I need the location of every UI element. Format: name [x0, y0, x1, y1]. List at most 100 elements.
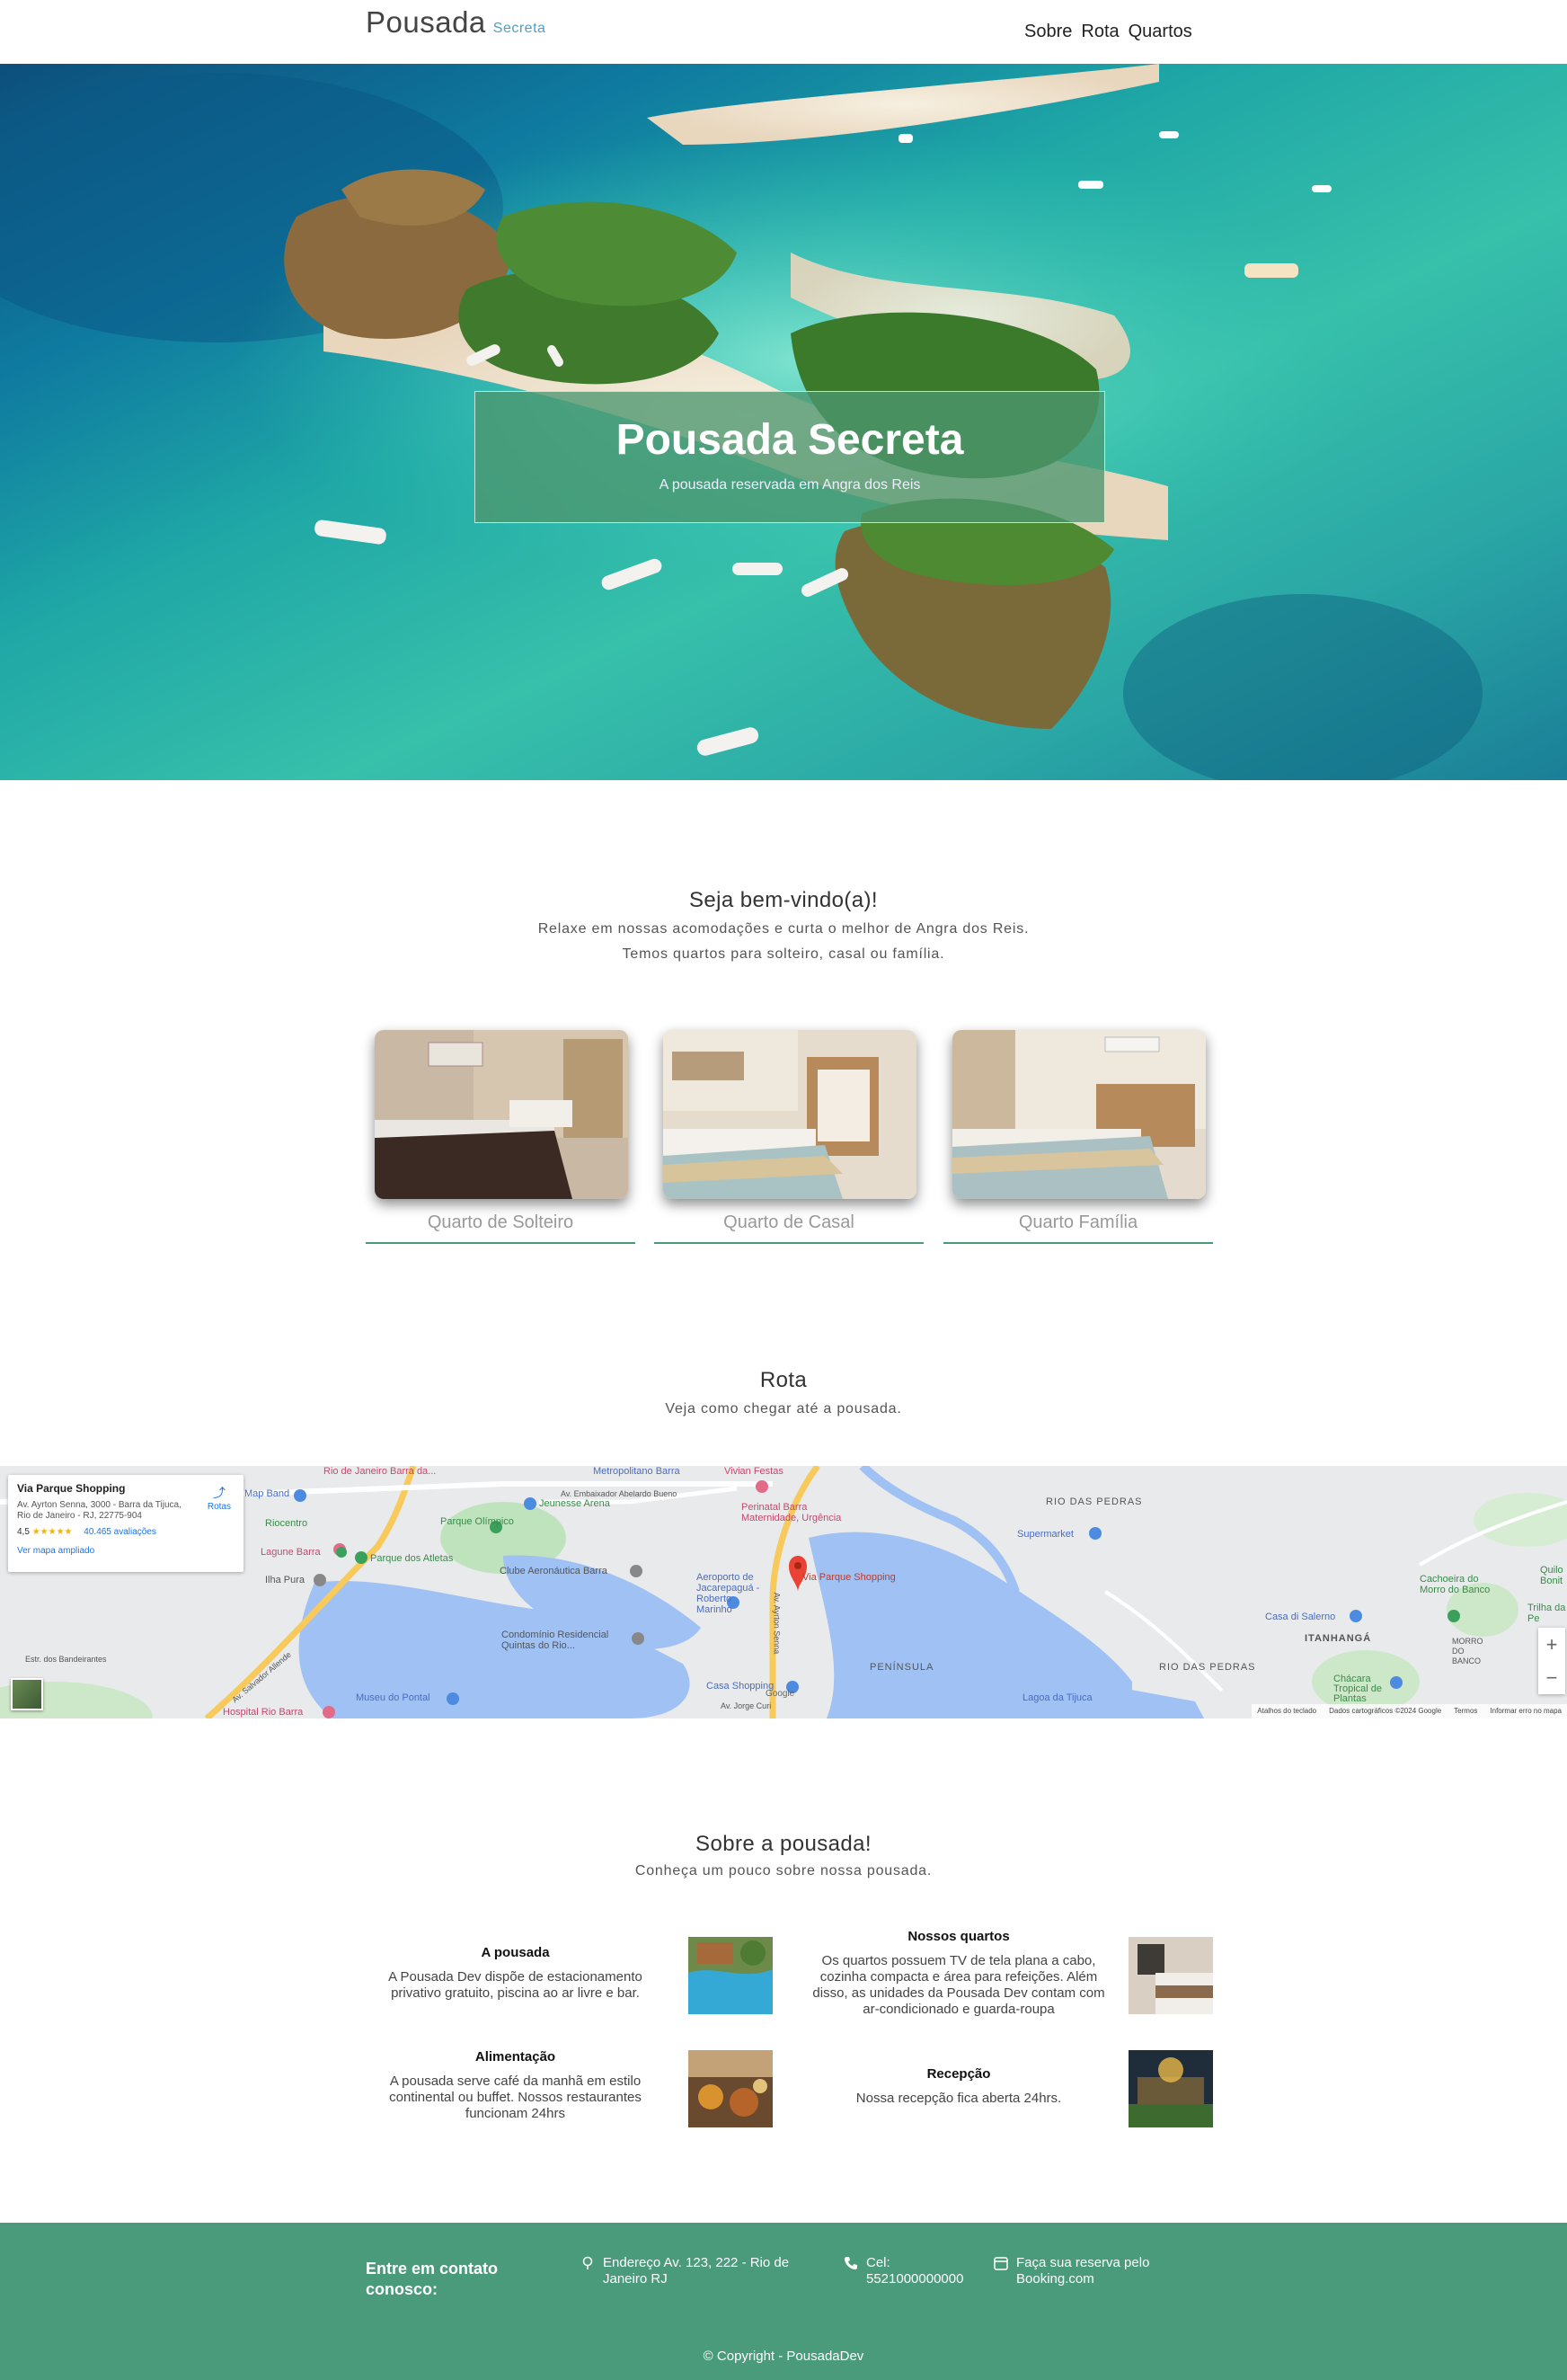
map-label: Jeunesse Arena: [539, 1498, 610, 1509]
feature-photo-reception: [1129, 2050, 1213, 2127]
map-label: Vivian Festas: [724, 1466, 784, 1477]
map-place-name: Via Parque Shopping: [17, 1482, 126, 1495]
directions-button[interactable]: ⤴ Rotas: [208, 1484, 231, 1512]
booking-text[interactable]: Faça sua reserva pelo Booking.com: [1016, 2255, 1164, 2287]
welcome-text-1: Relaxe em nossas acomodações e curta o m…: [537, 921, 1030, 937]
map-label: Lagune Barra: [261, 1547, 321, 1558]
about-subtitle: Conheça um pouco sobre nossa pousada.: [634, 1863, 933, 1878]
map-label: Perinatal Barra Maternidade, Urgência: [741, 1502, 842, 1523]
directions-label: Rotas: [207, 1502, 231, 1512]
route-section: Rota Veja como chegar até a pousada.: [0, 1368, 1567, 1422]
map-label: Map Band: [244, 1488, 290, 1499]
map-label: Av. Jorge Curi: [721, 1701, 772, 1710]
brand-logo[interactable]: Pousada Secreta: [366, 5, 545, 40]
map-label: ITANHANGÁ: [1305, 1633, 1372, 1644]
terms-link[interactable]: Termos: [1454, 1707, 1477, 1716]
copyright: © Copyright - PousadaDev: [703, 2349, 864, 2364]
hero-subtitle: A pousada reservada em Angra dos Reis: [659, 477, 921, 493]
feature-photo-room: [1129, 1937, 1213, 2014]
room-label-family[interactable]: Quarto Família: [943, 1212, 1213, 1233]
map-label: Hospital Rio Barra: [223, 1707, 304, 1718]
feature-text: Nossa recepção fica aberta 24hrs.: [855, 2091, 1062, 2106]
feature-title: Recepção: [926, 2066, 991, 2082]
address-text: Endereço Av. 123, 222 - Rio de Janeiro R…: [603, 2255, 790, 2287]
brand-subtitle: Secreta: [492, 21, 546, 36]
view-larger-map-link[interactable]: Ver mapa ampliado: [17, 1546, 235, 1556]
embedded-map[interactable]: Metropolitano Barra Vivian Festas Rio de…: [0, 1466, 1567, 1718]
nav-link-quartos[interactable]: Quartos: [1129, 22, 1192, 42]
top-navbar: Pousada Secreta Sobre Rota Quartos: [0, 0, 1567, 64]
map-label: Casa di Salerno: [1265, 1612, 1336, 1622]
room-label-single[interactable]: Quarto de Solteiro: [366, 1212, 635, 1233]
zoom-out-button[interactable]: −: [1538, 1661, 1565, 1694]
map-label: Estr. dos Bandeirantes: [25, 1655, 107, 1664]
feature-title: Alimentação: [474, 2049, 556, 2065]
main-nav: Sobre Rota Quartos: [1024, 22, 1192, 42]
map-label: Parque Olímpico: [440, 1516, 514, 1527]
map-label: Condomínio Residencial Quintas do Rio...: [501, 1630, 609, 1651]
feature-title: Nossos quartos: [907, 1929, 1010, 1944]
room-photo-double[interactable]: [663, 1030, 916, 1199]
welcome-text-2: Temos quartos para solteiro, casal ou fa…: [622, 946, 945, 962]
feature-photo-pool: [688, 1937, 773, 2014]
map-label: Via Parque Shopping: [802, 1572, 896, 1583]
location-icon: [582, 2256, 593, 2269]
map-label: Lagoa da Tijuca: [1023, 1692, 1093, 1703]
footer-booking[interactable]: Faça sua reserva pelo Booking.com: [993, 2255, 1164, 2287]
rating-value: 4,5: [17, 1527, 30, 1537]
google-logo: Google: [766, 1689, 795, 1699]
hero-banner: Pousada Secreta A pousada reservada em A…: [0, 64, 1567, 780]
footer-phone: Cel: 5521000000000: [843, 2255, 978, 2287]
route-title: Rota: [759, 1368, 808, 1392]
map-label: Av. Salvador Allende: [230, 1649, 293, 1705]
reviews-link[interactable]: 40.465 avaliações: [84, 1527, 156, 1537]
map-label: Aeroporto de Jacarepaguá - Roberto Marin…: [696, 1572, 760, 1615]
map-data-credit: Dados cartográficos ©2024 Google: [1329, 1707, 1442, 1715]
feature-reception: Recepção Nossa recepção fica aberta 24hr…: [806, 2066, 1111, 2107]
site-footer: Entre em contato conosco: Endereço Av. 1…: [0, 2223, 1567, 2380]
nav-link-rota[interactable]: Rota: [1081, 22, 1119, 42]
map-label: PENÍNSULA: [870, 1662, 934, 1673]
keyboard-shortcuts-link[interactable]: Atalhos do teclado: [1257, 1707, 1316, 1716]
map-label: Museu do Pontal: [356, 1692, 430, 1703]
welcome-section: Seja bem-vindo(a)! Relaxe em nossas acom…: [0, 888, 1567, 967]
rooms-gallery: Quarto de Solteiro Quarto de Casal Quart…: [366, 1026, 1213, 1247]
zoom-controls: + −: [1538, 1628, 1565, 1694]
feature-text: A Pousada Dev dispõe de estacionamento p…: [388, 1969, 642, 2001]
star-icon: ★★★★★: [31, 1527, 73, 1537]
map-label: Supermarket: [1017, 1529, 1074, 1540]
satellite-toggle[interactable]: [11, 1678, 43, 1710]
room-photo-family[interactable]: [952, 1030, 1206, 1199]
feature-title: A pousada: [481, 1945, 550, 1960]
room-label-double[interactable]: Quarto de Casal: [654, 1212, 924, 1233]
map-label: Casa Shopping: [706, 1681, 775, 1692]
map-attribution: Atalhos do teclado Dados cartográficos ©…: [1252, 1704, 1567, 1718]
map-label: Rio de Janeiro Barra da...: [323, 1466, 437, 1477]
room-underline: [366, 1242, 635, 1244]
map-label: RIO DAS PEDRAS: [1046, 1496, 1143, 1507]
map-label: Riocentro: [265, 1518, 308, 1529]
map-label: Av. Ayrton Senna: [772, 1592, 782, 1655]
room-underline: [654, 1242, 924, 1244]
map-label: Trilha da Pe: [1527, 1603, 1566, 1624]
room-photo-single[interactable]: [375, 1030, 628, 1199]
map-label: Quilo Bonit: [1540, 1565, 1563, 1586]
phone-icon: [845, 2257, 857, 2269]
phone-text: Cel: 5521000000000: [866, 2255, 964, 2287]
zoom-in-button[interactable]: +: [1538, 1628, 1565, 1661]
map-label: RIO DAS PEDRAS: [1159, 1662, 1256, 1673]
report-error-link[interactable]: Informar erro no mapa: [1490, 1707, 1562, 1716]
feature-pousada: A pousada A Pousada Dev dispõe de estaci…: [366, 1945, 665, 2002]
hero-title: Pousada Secreta: [615, 416, 964, 464]
about-section: Sobre a pousada! Conheça um pouco sobre …: [0, 1832, 1567, 1884]
footer-address: Endereço Av. 123, 222 - Rio de Janeiro R…: [580, 2255, 813, 2287]
map-place-card: Via Parque Shopping Av. Ayrton Senna, 30…: [8, 1475, 243, 1572]
directions-icon: ⤴: [212, 1486, 226, 1500]
route-subtitle: Veja como chegar até a pousada.: [665, 1401, 902, 1416]
nav-link-sobre[interactable]: Sobre: [1024, 22, 1072, 42]
room-underline: [943, 1242, 1213, 1244]
feature-text: A pousada serve café da manhã em estilo …: [389, 2074, 642, 2121]
map-place-address: Av. Ayrton Senna, 3000 - Barra da Tijuca…: [17, 1500, 181, 1521]
feature-food: Alimentação A pousada serve café da manh…: [366, 2049, 665, 2122]
welcome-title: Seja bem-vindo(a)!: [689, 888, 878, 912]
